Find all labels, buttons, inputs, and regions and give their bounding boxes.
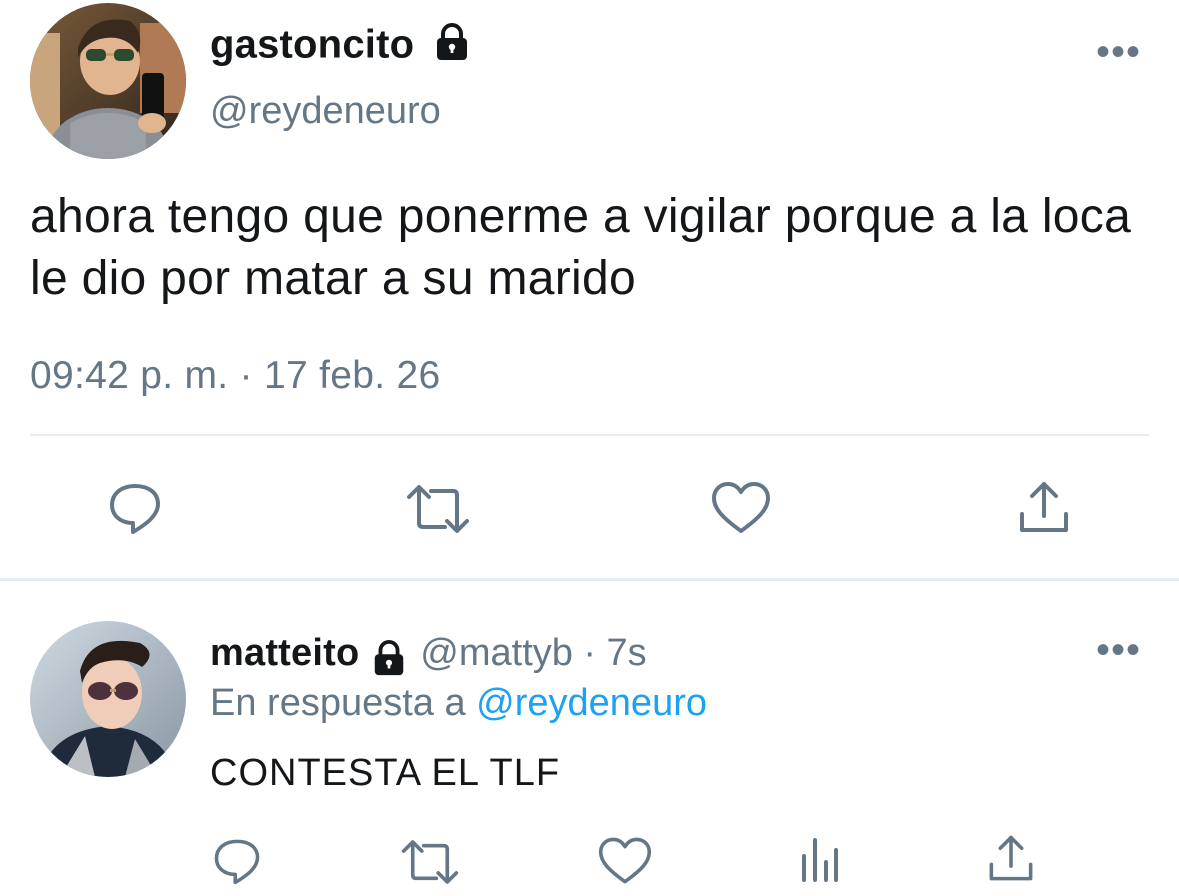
reply-text: CONTESTA EL TLF xyxy=(210,752,561,794)
in-reply-to: En respuesta a @reydeneuro xyxy=(210,682,707,725)
author-display-name[interactable]: gastoncito xyxy=(210,22,472,72)
analytics-icon[interactable] xyxy=(800,836,840,882)
like-icon[interactable] xyxy=(598,836,652,886)
reply-icon[interactable] xyxy=(107,480,163,536)
tweet-timestamp[interactable]: 09:42 p. m. · 17 feb. 26 xyxy=(30,354,440,398)
tweet-text: ahora tengo que ponerme a vigilar porque… xyxy=(30,190,1132,305)
reply-time[interactable]: 7s xyxy=(606,632,646,674)
divider xyxy=(30,434,1149,436)
in-reply-to-handle-link[interactable]: @reydeneuro xyxy=(476,682,707,724)
more-options-icon[interactable]: ••• xyxy=(1096,32,1141,72)
meta-separator: · xyxy=(583,632,597,674)
retweet-icon[interactable] xyxy=(405,483,471,535)
lock-icon xyxy=(370,639,408,682)
like-icon[interactable] xyxy=(711,481,771,535)
in-reply-to-label: En respuesta a xyxy=(210,682,466,724)
reply-author-handle[interactable]: @mattyb xyxy=(420,632,573,674)
author-handle[interactable]: @reydeneuro xyxy=(210,90,441,133)
reply-author-avatar[interactable] xyxy=(30,621,186,777)
reply-more-options-icon[interactable]: ••• xyxy=(1096,630,1141,670)
retweet-icon[interactable] xyxy=(400,838,460,886)
reply-header: matteito @mattyb · 7s xyxy=(210,632,647,682)
lock-icon xyxy=(432,22,472,72)
share-icon[interactable] xyxy=(986,834,1036,884)
share-icon[interactable] xyxy=(1016,480,1072,536)
reply-icon[interactable] xyxy=(212,836,262,886)
author-avatar[interactable] xyxy=(30,3,186,159)
section-divider xyxy=(0,578,1179,581)
reply-author-display-name[interactable]: matteito xyxy=(210,632,359,674)
